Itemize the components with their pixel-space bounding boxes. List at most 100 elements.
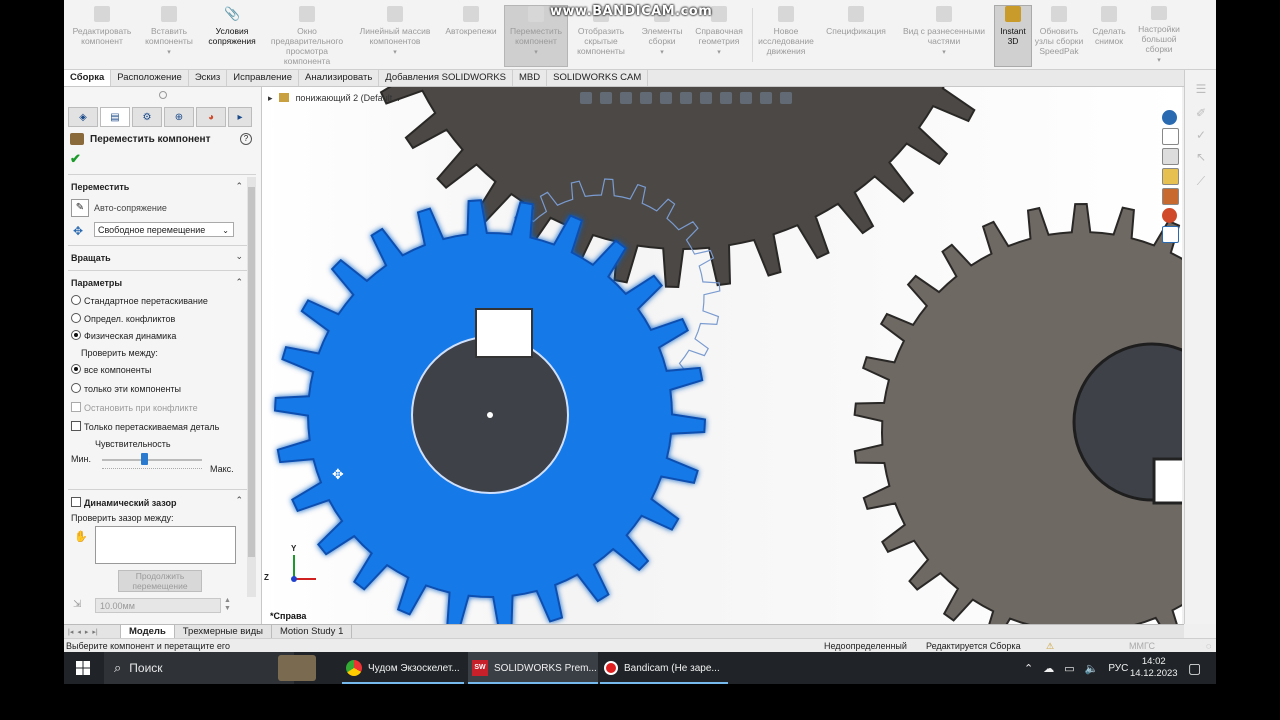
taskbar-search[interactable]: ⌕ Поиск xyxy=(104,652,294,684)
notifications-icon[interactable]: ▢ xyxy=(1188,652,1201,684)
rotate-section-header[interactable]: Вращать xyxy=(71,253,111,263)
measure-icon[interactable]: ⟋ xyxy=(1194,174,1208,188)
clock[interactable]: 14:02 14.12.2023 xyxy=(1130,652,1178,684)
gear-center-point[interactable] xyxy=(487,412,493,418)
expand-arrow-icon[interactable]: ▸ xyxy=(268,93,273,103)
tab-model[interactable]: Модель xyxy=(121,625,175,638)
specification-button[interactable]: Спецификация xyxy=(820,6,892,66)
panel-collapse-grip[interactable] xyxy=(159,91,167,99)
taskbar-app-chrome[interactable]: Чудом Экзоскелет... xyxy=(342,652,464,684)
pm-scrollbar[interactable] xyxy=(247,177,256,597)
radio-button[interactable] xyxy=(71,295,81,305)
tab-assembly[interactable]: Сборка xyxy=(64,70,112,86)
list-icon[interactable]: ☰ xyxy=(1194,82,1208,96)
smartmates-icon[interactable]: ✎ xyxy=(71,199,89,217)
dynamic-annotation-icon[interactable] xyxy=(660,92,672,104)
chevron-up-icon[interactable]: ⌃ xyxy=(235,495,243,506)
hide-show-items-icon[interactable] xyxy=(720,92,732,104)
checkbox[interactable] xyxy=(71,497,81,507)
tab-3d-views[interactable]: Трехмерные виды xyxy=(175,625,272,638)
graphics-area[interactable]: ✥ ▸ понижающий 2 (Default... Y Z *Справа xyxy=(262,87,1182,624)
display-style-icon[interactable] xyxy=(700,92,712,104)
checkbox[interactable] xyxy=(71,421,81,431)
design-library-icon[interactable] xyxy=(1162,148,1179,165)
clearance-value-field[interactable]: 10.00мм xyxy=(95,598,221,613)
component-preview-button[interactable]: Окно предварительного просмотра компонен… xyxy=(266,6,348,66)
snapshot-button[interactable]: Сделать снимок xyxy=(1088,6,1130,66)
help-icon[interactable]: ◌ xyxy=(1206,639,1211,653)
volume-icon[interactable]: 🔈 xyxy=(1085,662,1099,675)
tab-markup[interactable]: Исправление xyxy=(227,70,300,86)
first-arrow-icon[interactable]: |◂ xyxy=(68,628,73,636)
solidworks-resources-icon[interactable] xyxy=(1162,110,1177,125)
widget-thumbnail[interactable] xyxy=(278,652,324,684)
view-orientation-icon[interactable] xyxy=(680,92,692,104)
chevron-up-icon[interactable]: ⌃ xyxy=(235,181,243,192)
edit-appearance-icon[interactable] xyxy=(740,92,752,104)
moving-gear-keyway[interactable] xyxy=(475,308,533,358)
rebuild-icon[interactable]: ⚠ xyxy=(1046,639,1054,653)
stop-at-collision-checkbox[interactable]: Остановить при конфликте xyxy=(71,402,198,413)
tab-cam[interactable]: SOLIDWORKS CAM xyxy=(547,70,649,86)
input-language[interactable]: РУС xyxy=(1108,663,1128,674)
prev-arrow-icon[interactable]: ◂ xyxy=(77,628,81,636)
display-manager-tab[interactable]: ◕ xyxy=(196,107,226,127)
mate-button[interactable]: 📎 Условия сопряжения xyxy=(202,6,262,66)
help-icon[interactable]: ? xyxy=(240,133,252,145)
more-tabs-arrow[interactable]: ▸ xyxy=(228,107,252,127)
move-mode-select[interactable]: Свободное перемещение ⌄ xyxy=(94,222,234,237)
start-button[interactable] xyxy=(76,652,90,684)
zoom-to-fit-icon[interactable] xyxy=(580,92,592,104)
tab-sketch[interactable]: Эскиз xyxy=(189,70,228,86)
linear-pattern-button[interactable]: Линейный массив компонентов ▾ xyxy=(352,6,438,66)
radio-button[interactable] xyxy=(71,313,81,323)
tab-evaluate[interactable]: Анализировать xyxy=(299,70,380,86)
apply-scene-icon[interactable] xyxy=(760,92,772,104)
property-manager-tab[interactable]: ▤ xyxy=(100,107,130,127)
appearances-icon[interactable] xyxy=(1162,208,1177,223)
new-motion-study-button[interactable]: Новое исследование движения xyxy=(754,6,818,66)
sensitivity-slider[interactable] xyxy=(102,453,202,465)
taskbar-app-bandicam[interactable]: Bandicam (Не заре... xyxy=(600,652,728,684)
option-physical-dynamics[interactable]: Физическая динамика xyxy=(71,330,176,341)
resume-drag-button[interactable]: Продолжить перемещение xyxy=(118,570,202,592)
ok-button[interactable]: ✔ xyxy=(70,151,81,167)
option-standard-drag[interactable]: Стандартное перетаскивание xyxy=(71,295,208,306)
dimxpert-tab[interactable]: ⊕ xyxy=(164,107,194,127)
right-gear-keyway[interactable] xyxy=(1152,457,1182,505)
tab-addins[interactable]: Добавления SOLIDWORKS xyxy=(379,70,514,86)
speedpak-button[interactable]: Обновить узлы сборки SpeedPak xyxy=(1034,6,1084,66)
clearance-selection-box[interactable] xyxy=(95,526,236,564)
options-section-header[interactable]: Параметры xyxy=(71,278,122,288)
move-cursor-icon[interactable]: ✥ xyxy=(332,467,344,483)
spin-arrows-icon[interactable]: ▲ ▼ xyxy=(224,597,231,613)
large-assembly-button[interactable]: Настройки большой сборки ▾ xyxy=(1132,6,1186,66)
view-palette-icon[interactable] xyxy=(1162,188,1179,205)
move-section-header[interactable]: Переместить xyxy=(71,182,129,192)
chevron-up-icon[interactable]: ⌃ xyxy=(235,277,243,288)
feature-manager-tab[interactable]: ◈ xyxy=(68,107,98,127)
section-view-icon[interactable] xyxy=(640,92,652,104)
checkbox[interactable] xyxy=(71,402,81,412)
tab-layout[interactable]: Расположение xyxy=(111,70,189,86)
status-units[interactable]: ММГС xyxy=(1129,639,1155,653)
instant-3d-button[interactable]: Instant 3D xyxy=(994,5,1032,67)
tab-motion-study[interactable]: Motion Study 1 xyxy=(272,625,353,638)
radio-button[interactable] xyxy=(71,383,81,393)
tab-scroll-arrows[interactable]: |◂ ◂ ▸ ▸| xyxy=(64,625,121,638)
insert-components-button[interactable]: Вставить компоненты ▾ xyxy=(138,6,200,66)
cursor-icon[interactable]: ↖ xyxy=(1194,150,1208,164)
pin-icon[interactable]: ✐ xyxy=(1194,106,1208,120)
check-icon[interactable]: ✓ xyxy=(1194,128,1208,142)
radio-button-selected[interactable] xyxy=(71,364,81,374)
scrollbar-thumb[interactable] xyxy=(248,187,255,557)
last-arrow-icon[interactable]: ▸| xyxy=(92,628,97,636)
previous-view-icon[interactable] xyxy=(620,92,632,104)
view-settings-icon[interactable] xyxy=(780,92,792,104)
feature-tree-flyout[interactable]: ▸ понижающий 2 (Default... xyxy=(268,93,400,104)
tab-mbd[interactable]: MBD xyxy=(513,70,548,86)
gears-viewport[interactable]: ✥ xyxy=(262,87,1182,624)
cloud-icon[interactable]: ☁ xyxy=(1043,662,1054,675)
dynamic-clearance-checkbox[interactable]: Динамический зазор xyxy=(71,497,176,508)
chevron-down-icon[interactable]: ⌄ xyxy=(235,251,243,262)
